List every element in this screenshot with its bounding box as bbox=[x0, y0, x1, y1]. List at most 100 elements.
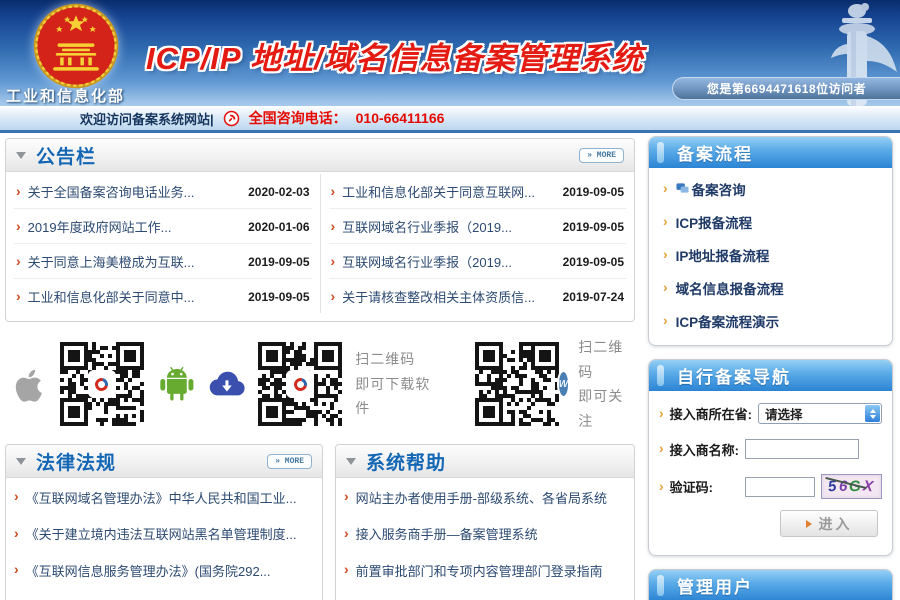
news-link[interactable]: 关于请核查整改相关主体资质信... bbox=[342, 287, 555, 306]
sidebar: 备案流程 备案咨询 ICP报备流程 IP地址报备流程 bbox=[648, 136, 893, 600]
arrow-bullet-icon bbox=[344, 525, 349, 543]
news-date: 2020-01-06 bbox=[248, 220, 309, 234]
beian-logo-icon bbox=[288, 372, 312, 396]
captcha-row: 验证码: 56GX bbox=[649, 466, 892, 506]
news-link[interactable]: 关于同意上海美橙成为互联... bbox=[28, 252, 241, 271]
help-list: 网站主办者使用手册-部级系统、各省局系统 接入服务商手册—备案管理系统 前置审批… bbox=[336, 478, 634, 588]
news-row: 互联网域名行业季报（2019... 2019-09-05 bbox=[329, 209, 627, 244]
news-list-right: 工业和信息化部关于同意互联网... 2019-09-05 互联网域名行业季报（2… bbox=[320, 174, 635, 313]
law-link[interactable]: 《互联网域名管理办法》中华人民共和国工业... bbox=[26, 488, 297, 507]
help-link[interactable]: 前置审批部门和专项内容管理部门登录指南 bbox=[356, 561, 603, 580]
laws-panel: 法律法规 » MORE 《互联网域名管理办法》中华人民共和国工业... 《关于建… bbox=[5, 444, 323, 600]
left-column: 公告栏 » MORE 关于全国备案咨询电话业务... 2020-02-03 20… bbox=[5, 138, 635, 600]
laws-list: 《互联网域名管理办法》中华人民共和国工业... 《关于建立境内违法互联网站黑名单… bbox=[6, 478, 322, 600]
process-title: 备案流程 bbox=[677, 140, 753, 165]
arrow-bullet-icon bbox=[663, 312, 668, 330]
news-link[interactable]: 2019年度政府网站工作... bbox=[28, 217, 241, 236]
announcements-title: 公告栏 bbox=[36, 142, 96, 169]
collapse-triangle-icon bbox=[346, 458, 356, 465]
national-emblem-icon bbox=[32, 2, 120, 90]
list-item: 接入服务商手册—备案管理系统 bbox=[336, 515, 634, 552]
process-panel: 备案流程 备案咨询 ICP报备流程 IP地址报备流程 bbox=[648, 136, 893, 346]
arrow-bullet-icon bbox=[16, 183, 21, 201]
laws-title: 法律法规 bbox=[36, 448, 116, 475]
news-link[interactable]: 工业和信息化部关于同意互联网... bbox=[342, 182, 555, 201]
beian-logo-icon bbox=[90, 372, 114, 396]
arrow-bullet-icon bbox=[331, 288, 336, 306]
news-date: 2019-07-24 bbox=[563, 290, 624, 304]
help-link[interactable]: 接入服务商手册—备案管理系统 bbox=[356, 524, 538, 543]
page: 工业和信息化部 ICP/IP 地址/域名信息备案管理系统 您是第66944716… bbox=[0, 0, 900, 600]
help-link[interactable]: 网站主办者使用手册-部级系统、各省局系统 bbox=[356, 488, 607, 507]
isp-name-input[interactable] bbox=[745, 439, 859, 459]
news-row: 互联网域名行业季报（2019... 2019-09-05 bbox=[329, 244, 627, 279]
arrow-bullet-icon bbox=[659, 440, 664, 458]
news-row: 关于请核查整改相关主体资质信... 2019-07-24 bbox=[329, 279, 627, 313]
law-link[interactable]: 《互联网信息服务管理办法》(国务院292... bbox=[26, 561, 271, 580]
province-row: 接入商所在省: 请选择 bbox=[649, 395, 892, 431]
nav-title: 自行备案导航 bbox=[677, 363, 791, 388]
sidebar-link-icp-process[interactable]: ICP报备流程 bbox=[676, 212, 753, 232]
bottom-row: 法律法规 » MORE 《互联网域名管理办法》中华人民共和国工业... 《关于建… bbox=[5, 444, 635, 600]
news-row: 工业和信息化部关于同意互联网... 2019-09-05 bbox=[329, 174, 627, 209]
sidebar-link-demo[interactable]: ICP备案流程演示 bbox=[676, 311, 780, 331]
list-item: 《互联网信息服务管理办法》(国务院292... bbox=[6, 551, 322, 588]
qr-caption-follow: 扫二维码 即可关注 bbox=[578, 335, 635, 433]
news-row: 关于全国备案咨询电话业务... 2020-02-03 bbox=[14, 174, 312, 209]
news-link[interactable]: 互联网域名行业季报（2019... bbox=[342, 252, 555, 271]
visitor-counter: 您是第6694471618位访问者 bbox=[672, 77, 900, 100]
chevron-updown-icon bbox=[865, 405, 880, 422]
news-date: 2019-09-05 bbox=[563, 185, 624, 199]
sidebar-link-ip-process[interactable]: IP地址报备流程 bbox=[676, 245, 770, 265]
arrow-bullet-icon bbox=[663, 213, 668, 231]
news-row: 工业和信息化部关于同意中... 2019-09-05 bbox=[14, 279, 312, 313]
enter-button[interactable]: 进入 bbox=[780, 510, 878, 537]
sidebar-item-domain-process: 域名信息报备流程 bbox=[649, 271, 892, 304]
arrow-bullet-icon bbox=[331, 183, 336, 201]
process-list: 备案咨询 ICP报备流程 IP地址报备流程 域名信息报备流程 bbox=[649, 168, 892, 345]
site-header: 工业和信息化部 ICP/IP 地址/域名信息备案管理系统 您是第66944716… bbox=[0, 0, 900, 106]
sidebar-link-domain-process[interactable]: 域名信息报备流程 bbox=[676, 278, 784, 298]
arrow-bullet-icon bbox=[344, 488, 349, 506]
province-label: 接入商所在省: bbox=[670, 404, 752, 423]
list-item: 《互联网域名管理办法》中华人民共和国工业... bbox=[6, 478, 322, 515]
isp-name-row: 接入商名称: bbox=[649, 431, 892, 466]
news-date: 2020-02-03 bbox=[248, 185, 309, 199]
news-link[interactable]: 工业和信息化部关于同意中... bbox=[28, 287, 241, 306]
news-date: 2019-09-05 bbox=[563, 255, 624, 269]
laws-more-button[interactable]: » MORE bbox=[267, 454, 312, 469]
qr-code-android bbox=[258, 340, 342, 428]
self-record-nav-panel: 自行备案导航 接入商所在省: 请选择 接入商名称: bbox=[648, 359, 893, 556]
collapse-triangle-icon bbox=[16, 152, 26, 159]
news-link[interactable]: 互联网域名行业季报（2019... bbox=[342, 217, 555, 236]
announcements-body: 关于全国备案咨询电话业务... 2020-02-03 2019年度政府网站工作.… bbox=[6, 172, 634, 321]
arrow-bullet-icon bbox=[331, 218, 336, 236]
news-date: 2019-09-05 bbox=[248, 255, 309, 269]
captcha-input[interactable] bbox=[745, 477, 815, 497]
captcha-image[interactable]: 56GX bbox=[821, 474, 882, 499]
play-arrow-icon bbox=[806, 520, 812, 528]
list-item: 《关于建立境内违法互联网站黑名单管理制度... bbox=[6, 515, 322, 552]
province-select[interactable]: 请选择 bbox=[758, 403, 882, 424]
enter-button-row: 进入 bbox=[649, 506, 892, 547]
main-content: 公告栏 » MORE 关于全国备案咨询电话业务... 2020-02-03 20… bbox=[0, 133, 900, 600]
law-link[interactable]: 《关于建立境内违法互联网站黑名单管理制度... bbox=[26, 524, 297, 543]
hotline-label: 全国咨询电话： bbox=[249, 108, 347, 128]
announcements-panel: 公告栏 » MORE 关于全国备案咨询电话业务... 2020-02-03 20… bbox=[5, 138, 635, 322]
admin-header: 管理用户 bbox=[649, 570, 892, 600]
process-header: 备案流程 bbox=[649, 137, 892, 168]
announcements-header: 公告栏 » MORE bbox=[6, 139, 634, 172]
province-select-value: 请选择 bbox=[759, 404, 864, 423]
qr-strip: 扫二维码 即可下载软件 W 扫二维码 即可关注 bbox=[5, 335, 635, 433]
sidebar-item-ip-process: IP地址报备流程 bbox=[649, 238, 892, 271]
sidebar-item-demo: ICP备案流程演示 bbox=[649, 304, 892, 337]
news-row: 2019年度政府网站工作... 2020-01-06 bbox=[14, 209, 312, 244]
list-item: 《中华人民共和国电信条例》 （中华人民共... bbox=[6, 588, 322, 600]
arrow-bullet-icon bbox=[14, 488, 19, 506]
news-date: 2019-09-05 bbox=[563, 220, 624, 234]
sidebar-link-consult[interactable]: 备案咨询 bbox=[676, 179, 746, 199]
sidebar-item-consult: 备案咨询 bbox=[649, 172, 892, 205]
news-link[interactable]: 关于全国备案咨询电话业务... bbox=[28, 182, 241, 201]
help-title: 系统帮助 bbox=[366, 448, 446, 475]
announcements-more-button[interactable]: » MORE bbox=[579, 148, 624, 163]
